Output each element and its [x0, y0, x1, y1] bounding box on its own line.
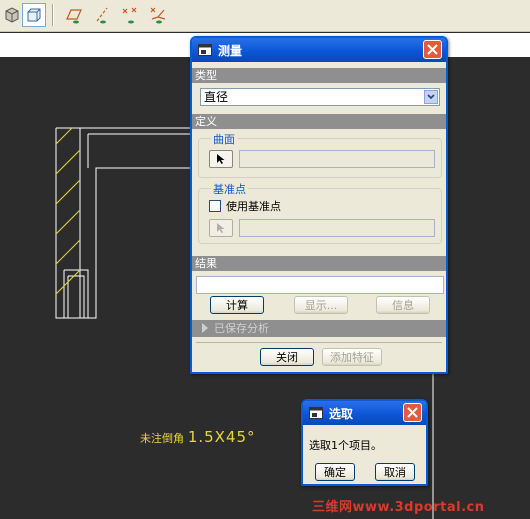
- select-message: 选取1个项目。: [309, 439, 382, 452]
- select-dialog: 选取 选取1个项目。 确定 取消: [301, 399, 428, 486]
- measure-dialog: 测量 类型 直径 定义 曲面 基准点 使用基准点 结果 计算 显示... 信息 …: [190, 36, 448, 374]
- info-button[interactable]: 信息: [376, 296, 430, 314]
- expand-triangle-icon: [202, 323, 208, 333]
- compute-button[interactable]: 计算: [210, 296, 264, 314]
- select-dialog-title: 选取: [329, 406, 354, 421]
- select-close-icon[interactable]: [403, 403, 422, 422]
- measure-type-value: 直径: [204, 90, 229, 104]
- result-section-header: 结果: [192, 256, 446, 271]
- surface-group-label: 曲面: [211, 131, 237, 147]
- part-outline: [55, 127, 192, 319]
- surface-collector-field[interactable]: [239, 150, 435, 168]
- cancel-button[interactable]: 取消: [375, 463, 415, 481]
- datum-point-group: 基准点 使用基准点: [198, 181, 442, 244]
- definition-section-header: 定义: [192, 114, 446, 129]
- use-datum-label: 使用基准点: [226, 200, 281, 213]
- app-window-icon: [198, 44, 212, 56]
- chamfer-annotation: 未注倒角 1.5X45°: [140, 428, 256, 446]
- dialog-divider: [196, 342, 442, 343]
- measure-dialog-title: 测量: [218, 43, 243, 58]
- annotation-value: 1.5X45°: [187, 428, 256, 446]
- close-button[interactable]: 关闭: [260, 348, 314, 366]
- watermark: 三维网www.3dportal.cn: [312, 500, 485, 515]
- measure-close-icon[interactable]: [423, 40, 442, 59]
- datum-point-group-label: 基准点: [211, 181, 248, 197]
- surface-select-arrow-icon[interactable]: [209, 150, 233, 168]
- ok-button[interactable]: 确定: [315, 463, 355, 481]
- select-dialog-titlebar[interactable]: 选取: [303, 401, 426, 425]
- app-window-icon: [309, 407, 323, 419]
- datum-collector-field[interactable]: [239, 219, 435, 237]
- measure-dialog-titlebar[interactable]: 测量: [192, 38, 446, 62]
- saved-analysis-bar[interactable]: 已保存分析: [192, 320, 446, 337]
- saved-analysis-label: 已保存分析: [214, 322, 269, 335]
- chevron-down-icon[interactable]: [424, 90, 438, 104]
- datum-select-arrow-icon[interactable]: [209, 219, 233, 237]
- measure-type-select[interactable]: 直径: [200, 88, 440, 106]
- result-field: [196, 276, 444, 294]
- type-section-header: 类型: [192, 68, 446, 83]
- surface-group: 曲面: [198, 131, 442, 178]
- section-hatch: [56, 128, 80, 311]
- annotation-note: 未注倒角: [140, 432, 184, 445]
- use-datum-checkbox[interactable]: [209, 200, 221, 212]
- add-feature-button[interactable]: 添加特征: [322, 348, 382, 366]
- display-button[interactable]: 显示...: [294, 296, 348, 314]
